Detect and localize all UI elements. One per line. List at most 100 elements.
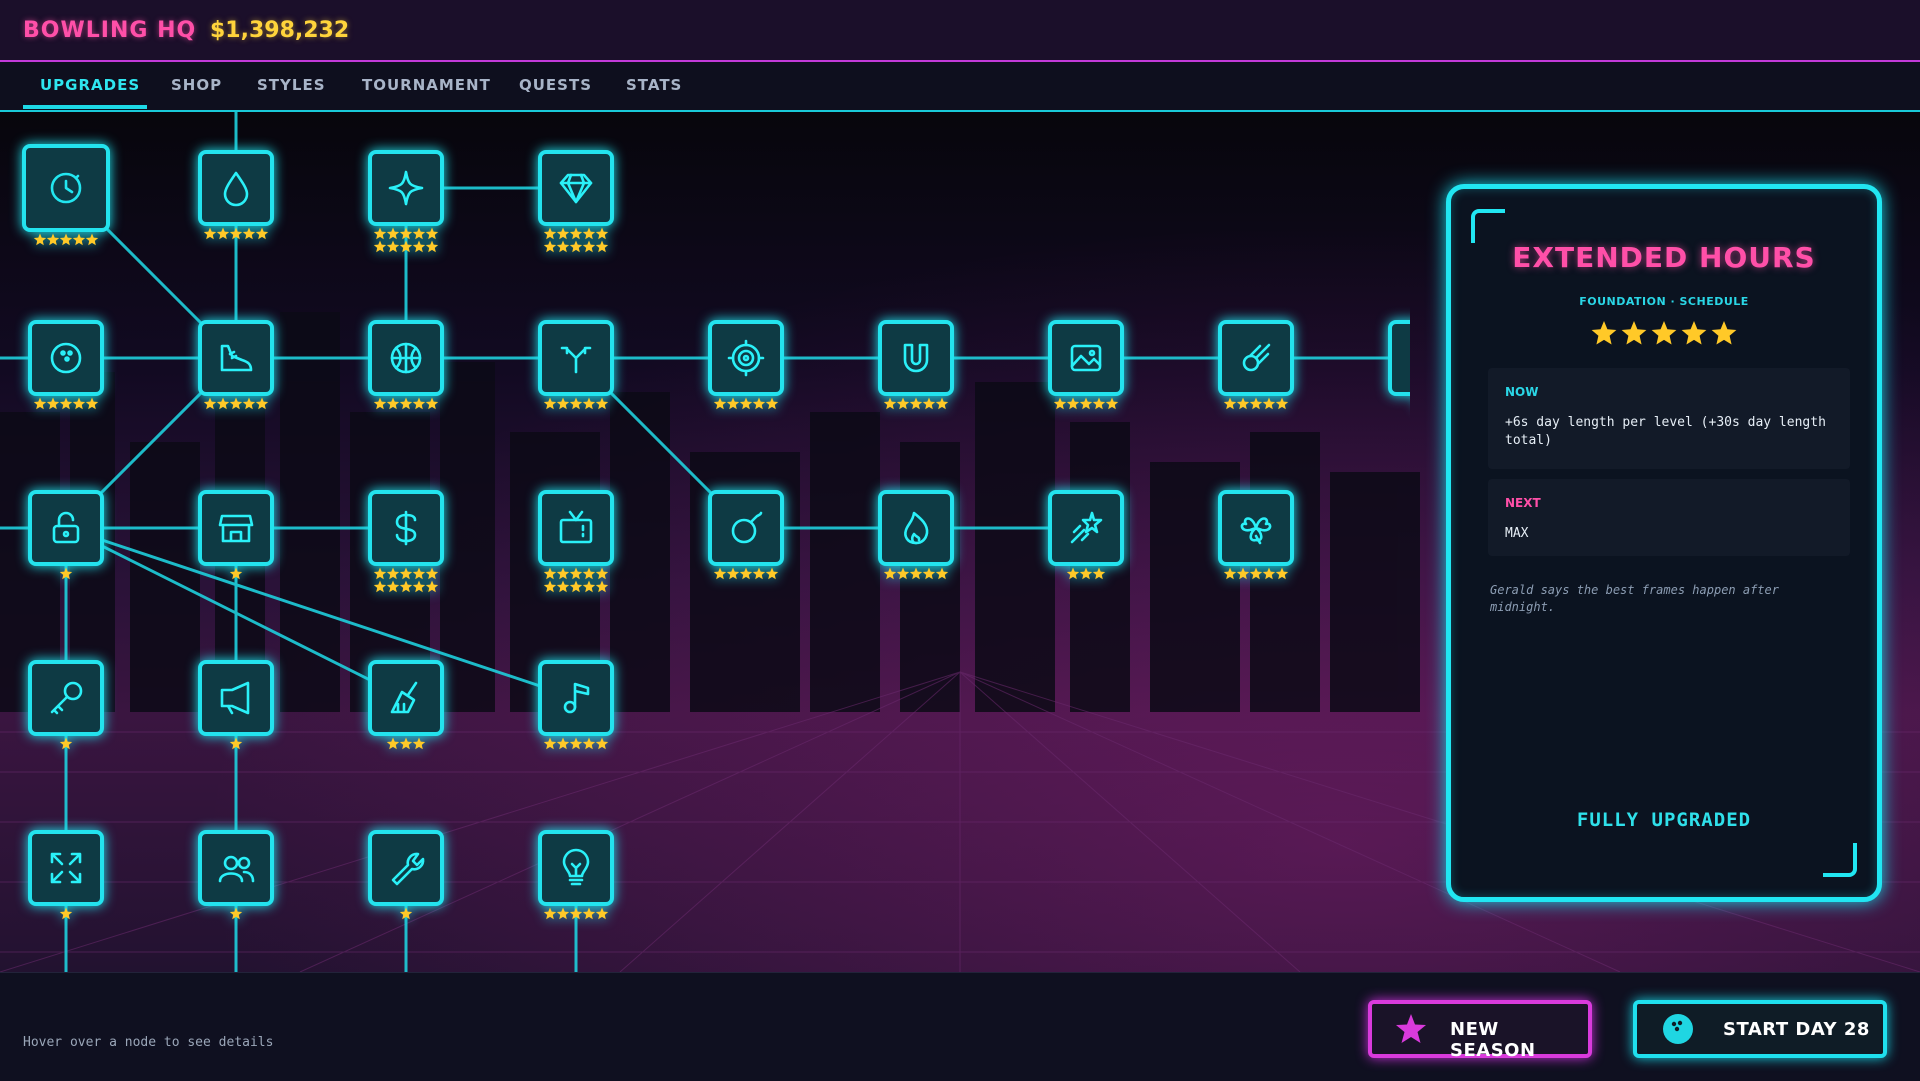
node-star-rating [543, 397, 609, 410]
star-icon [752, 567, 766, 580]
node-star-rating [543, 567, 609, 593]
star-icon [373, 397, 387, 410]
star-icon [595, 227, 609, 240]
star-icon [595, 907, 609, 920]
node-star-rating [543, 737, 609, 750]
star-icon [582, 397, 596, 410]
star-icon [59, 397, 73, 410]
next-label: NEXT [1505, 496, 1541, 510]
star-icon [72, 233, 86, 246]
new-season-label: NEW SEASON [1450, 1019, 1536, 1061]
node-star-rating [1223, 567, 1289, 580]
star-icon [1079, 567, 1093, 580]
detail-star-rating [1451, 319, 1877, 353]
star-icon [922, 397, 936, 410]
star-icon [85, 233, 99, 246]
node-star-rating [1066, 567, 1106, 580]
star-icon [412, 397, 426, 410]
star-icon [46, 397, 60, 410]
star-icon [765, 397, 779, 410]
star-icon [242, 397, 256, 410]
now-label: NOW [1505, 385, 1539, 399]
star-icon [1262, 567, 1276, 580]
tab-quests[interactable]: QUESTS [519, 76, 592, 94]
upgrade-node-edge[interactable] [1388, 320, 1410, 409]
upgrade-node-music[interactable] [538, 660, 614, 750]
star-icon [386, 737, 400, 750]
upgrade-node-clover[interactable] [1218, 490, 1294, 580]
star-icon [85, 397, 99, 410]
upgrade-node-bowling-ball[interactable] [28, 320, 104, 410]
star-icon [556, 567, 570, 580]
star-icon [713, 397, 727, 410]
star-icon [543, 567, 557, 580]
upgrade-node-shooting-star[interactable] [1048, 490, 1124, 580]
detail-title: EXTENDED HOURS [1512, 241, 1816, 274]
star-icon [543, 907, 557, 920]
star-icon [909, 397, 923, 410]
star-icon [386, 227, 400, 240]
star-icon [386, 240, 400, 253]
upgrade-node-diamond[interactable] [538, 150, 614, 253]
star-icon [896, 397, 910, 410]
star-icon [33, 233, 47, 246]
start-day-button[interactable]: START DAY 28 [1633, 1000, 1887, 1058]
node-star-rating [1053, 397, 1119, 410]
tab-tournament[interactable]: TOURNAMENT [362, 76, 491, 94]
star-icon [935, 567, 949, 580]
star-icon [569, 240, 583, 253]
upgrade-node-gallery[interactable] [1048, 320, 1124, 410]
now-effect-box: NOW +6s day length per level (+30s day l… [1488, 368, 1850, 469]
node-star-rating [33, 233, 99, 246]
panel-corner-decoration [1471, 209, 1505, 243]
star-icon [595, 567, 609, 580]
tree-connector [65, 526, 577, 700]
star-icon [543, 397, 557, 410]
star-icon [1053, 397, 1067, 410]
star-icon [739, 397, 753, 410]
upgrade-node-tv[interactable] [538, 490, 614, 593]
star-icon [216, 397, 230, 410]
tab-shop[interactable]: SHOP [171, 76, 222, 94]
node-star-rating [386, 737, 426, 750]
star-icon [595, 580, 609, 593]
upgrade-node-split[interactable] [538, 320, 614, 410]
star-icon [582, 227, 596, 240]
star-icon [1681, 321, 1707, 345]
upgrade-node-bomb[interactable] [708, 490, 784, 580]
hover-hint: Hover over a node to see details [23, 1035, 274, 1050]
star-icon [399, 580, 413, 593]
next-effect-text: MAX [1505, 526, 1529, 541]
star-icon [1275, 397, 1289, 410]
tab-bar: UPGRADES SHOP STYLES TOURNAMENT QUESTS S… [0, 62, 1920, 112]
star-icon [556, 907, 570, 920]
tab-styles[interactable]: STYLES [257, 76, 326, 94]
tab-stats[interactable]: STATS [626, 76, 682, 94]
upgrade-node-basketball[interactable] [368, 320, 444, 410]
upgrade-node-dollar[interactable] [368, 490, 444, 593]
star-icon [582, 240, 596, 253]
star-icon [713, 567, 727, 580]
star-icon [569, 737, 583, 750]
star-icon [33, 397, 47, 410]
star-icon [582, 737, 596, 750]
tab-upgrades[interactable]: UPGRADES [40, 76, 140, 94]
star-icon [373, 567, 387, 580]
upgrade-node-extended-hours[interactable] [22, 144, 110, 246]
star-icon [556, 240, 570, 253]
money-counter: $1,398,232 [210, 18, 350, 43]
upgrade-node-broom[interactable] [368, 660, 444, 750]
star-icon [1236, 567, 1250, 580]
upgrade-node-flame[interactable] [878, 490, 954, 580]
node-star-rating [373, 397, 439, 410]
upgrade-node-comet[interactable] [1218, 320, 1294, 410]
star-icon [909, 567, 923, 580]
star-icon [412, 737, 426, 750]
upgrade-node-target[interactable] [708, 320, 784, 410]
star-icon [373, 580, 387, 593]
star-icon [556, 227, 570, 240]
new-season-button[interactable]: NEW SEASON [1368, 1000, 1592, 1061]
active-tab-indicator [23, 105, 147, 109]
upgrade-node-shoe[interactable] [198, 320, 274, 410]
upgrade-node-magnet[interactable] [878, 320, 954, 410]
